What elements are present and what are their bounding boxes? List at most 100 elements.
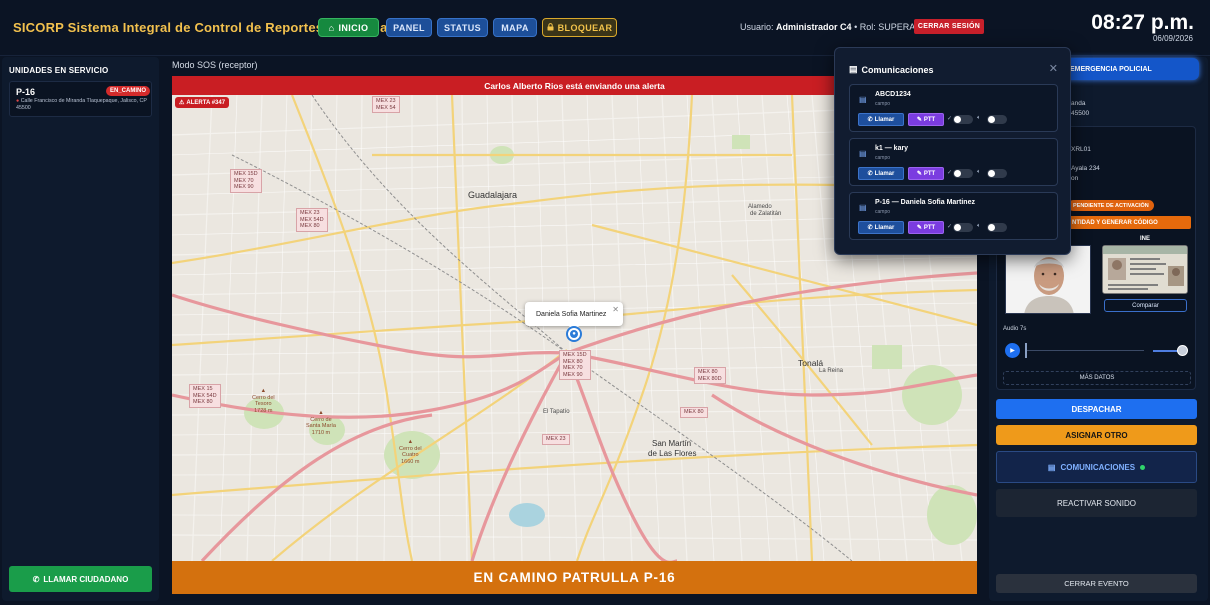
- mic-icon: ✎: [916, 225, 922, 231]
- logout-button[interactable]: CERRAR SESIÓN: [914, 19, 984, 34]
- highway-shield: MEX 15D MEX 70 MEX 90: [230, 169, 262, 193]
- call-contact-button[interactable]: ✆ Llamar: [858, 113, 904, 126]
- contact-card: ▤ P-16 — Daniela Sofia Martinez campo ✆ L…: [849, 192, 1058, 240]
- close-event-button[interactable]: CERRAR EVENTO: [996, 574, 1197, 593]
- call-contact-button[interactable]: ✆ Llamar: [858, 167, 904, 180]
- alert-number-tag: ⚠ ALERTA #347: [175, 97, 230, 108]
- check-icon: ✓: [947, 116, 953, 122]
- ptt-button[interactable]: ✎ PTT: [908, 221, 944, 234]
- event-detail-fragment: on: [1071, 175, 1079, 182]
- popup-name: Daniela Sofia Martinez: [536, 310, 607, 318]
- map-label-tonala: Tonalá: [798, 358, 824, 368]
- event-detail-fragment: anda: [1071, 100, 1086, 107]
- highway-shield: MEX 23 MEX 54: [372, 96, 400, 113]
- peak-label: ▲ Cerro del Tesoro 1728 m: [252, 388, 275, 414]
- contact-type: campo: [875, 155, 891, 161]
- mountain-icon: ▲: [407, 439, 414, 445]
- event-detail-fragment: Ayala 234: [1071, 165, 1100, 172]
- contact-card: ▤ ABCD1234 campo ✆ Llamar ✎ PTT ✓ 🔈︎: [849, 84, 1058, 132]
- check-icon: ✓: [947, 170, 953, 176]
- nav-bloquear-button[interactable]: BLOQUEAR: [542, 18, 617, 37]
- mute-toggle[interactable]: [953, 169, 973, 178]
- clock-time: 08:27 p.m.: [1091, 11, 1194, 34]
- contact-name: P-16 — Daniela Sofia Martinez: [875, 199, 975, 206]
- map-label-zalatitan: de Zalatitán: [750, 211, 782, 217]
- verify-identity-button[interactable]: NTIDAD Y GENERAR CÓDIGO: [1068, 216, 1191, 229]
- home-icon: ⌂: [328, 22, 335, 33]
- phone-icon: ✆: [867, 117, 873, 123]
- phone-icon: ✆: [867, 225, 873, 231]
- emergency-type-tab[interactable]: EMERGENCIA POLICIAL: [1062, 58, 1199, 80]
- map-label-eltapatio: El Tapatío: [543, 409, 570, 415]
- event-detail-fragment: XRL01: [1071, 146, 1091, 153]
- mode-label: Modo SOS (receptor): [172, 60, 258, 70]
- ine-label: INE: [1140, 236, 1151, 242]
- radio-icon: ▤: [859, 149, 867, 158]
- map-label-alamedo: Alamedo: [748, 204, 772, 210]
- contact-type: campo: [875, 209, 891, 215]
- contact-type: campo: [875, 101, 891, 107]
- units-panel: UNIDADES EN SERVICIO P-16 EN_CAMINO ● Ca…: [2, 57, 159, 601]
- contact-name: ABCD1234: [875, 91, 911, 98]
- mute-toggle[interactable]: [953, 223, 973, 232]
- ptt-button[interactable]: ✎ PTT: [908, 113, 944, 126]
- close-icon[interactable]: ✕: [1049, 62, 1058, 75]
- audio-progress-track[interactable]: [1027, 350, 1144, 351]
- nav-inicio-button[interactable]: ⌂ INICIO: [318, 18, 379, 37]
- highway-shield: MEX 80 MEX 80D: [694, 367, 726, 384]
- dispatch-button[interactable]: DESPACHAR: [996, 399, 1197, 419]
- speaker-toggle[interactable]: [987, 223, 1007, 232]
- mute-toggle[interactable]: [953, 115, 973, 124]
- user-info: Usuario: Administrador C4 • Rol: SUPERAD…: [740, 22, 939, 32]
- call-contact-button[interactable]: ✆ Llamar: [858, 221, 904, 234]
- map-label-lareina: La Reina: [819, 368, 844, 374]
- ine-card-image: [1102, 245, 1188, 294]
- speaker-icon: 🔈︎: [977, 223, 981, 229]
- highway-shield: MEX 15D MEX 80 MEX 70 MEX 90: [559, 350, 591, 380]
- reactivate-sound-button[interactable]: REACTIVAR SONIDO: [996, 489, 1197, 517]
- online-status-dot: [1140, 464, 1146, 470]
- phone-icon: ✆: [32, 574, 40, 584]
- citizen-photo: [1005, 245, 1091, 314]
- unit-marker-icon[interactable]: ●: [568, 328, 580, 340]
- call-citizen-button[interactable]: ✆ LLAMAR CIUDADANO: [9, 566, 152, 592]
- compare-button[interactable]: Comparar: [1104, 299, 1187, 312]
- contact-card: ▤ k1 — kary campo ✆ Llamar ✎ PTT ✓ 🔈︎: [849, 138, 1058, 186]
- peak-label: ▲ Cerro del Cuatro 1660 m: [399, 439, 422, 465]
- speaker-icon: 🔈︎: [977, 115, 981, 121]
- clock-date: 06/09/2026: [1152, 34, 1193, 43]
- map-popup: Daniela Sofia Martinez ✕: [525, 302, 623, 331]
- mic-icon: ✎: [916, 171, 922, 177]
- mountain-icon: ▲: [260, 388, 267, 394]
- map-label-guadalajara: Guadalajara: [468, 190, 518, 200]
- map-label-sanmartin-1: San Martín: [652, 439, 692, 448]
- close-icon[interactable]: ✕: [612, 305, 619, 314]
- communications-button[interactable]: ▤ COMUNICACIONES: [996, 451, 1197, 483]
- ptt-button[interactable]: ✎ PTT: [908, 167, 944, 180]
- speaker-toggle[interactable]: [987, 115, 1007, 124]
- nav-status-button[interactable]: STATUS: [437, 18, 488, 37]
- assign-other-button[interactable]: ASIGNAR OTRO: [996, 425, 1197, 445]
- nav-panel-button[interactable]: PANEL: [386, 18, 432, 37]
- event-detail-fragment: 45500: [1071, 110, 1090, 117]
- volume-knob[interactable]: [1177, 345, 1188, 356]
- more-data-button[interactable]: MÁS DATOS: [1003, 371, 1191, 385]
- play-icon[interactable]: ▶: [1005, 343, 1020, 358]
- map-pin-icon: ●: [16, 98, 20, 104]
- radio-icon: ▤: [859, 95, 867, 104]
- map-label-sanmartin-2: de Las Flores: [648, 449, 697, 458]
- unit-card[interactable]: P-16 EN_CAMINO ● Calle Francisco de Mira…: [9, 81, 152, 117]
- nav-mapa-button[interactable]: MAPA: [493, 18, 537, 37]
- radio-icon: ▤: [1047, 462, 1056, 472]
- peak-label: ▲ Cerro de Santa María 1710 m: [306, 410, 336, 436]
- activation-pending-badge: PENDIENTE DE ACTIVACIÓN: [1068, 200, 1154, 211]
- highway-shield: MEX 80: [680, 407, 708, 418]
- communications-title: ▤ Comunicaciones: [849, 64, 934, 75]
- lock-icon: [547, 22, 554, 33]
- check-icon: ✓: [947, 224, 953, 230]
- units-title: UNIDADES EN SERVICIO: [9, 66, 109, 75]
- speaker-toggle[interactable]: [987, 169, 1007, 178]
- user-name: Administrador C4: [776, 22, 852, 32]
- highway-shield: MEX 15 MEX 54D MEX 80: [189, 384, 221, 408]
- radio-icon: ▤: [849, 64, 858, 74]
